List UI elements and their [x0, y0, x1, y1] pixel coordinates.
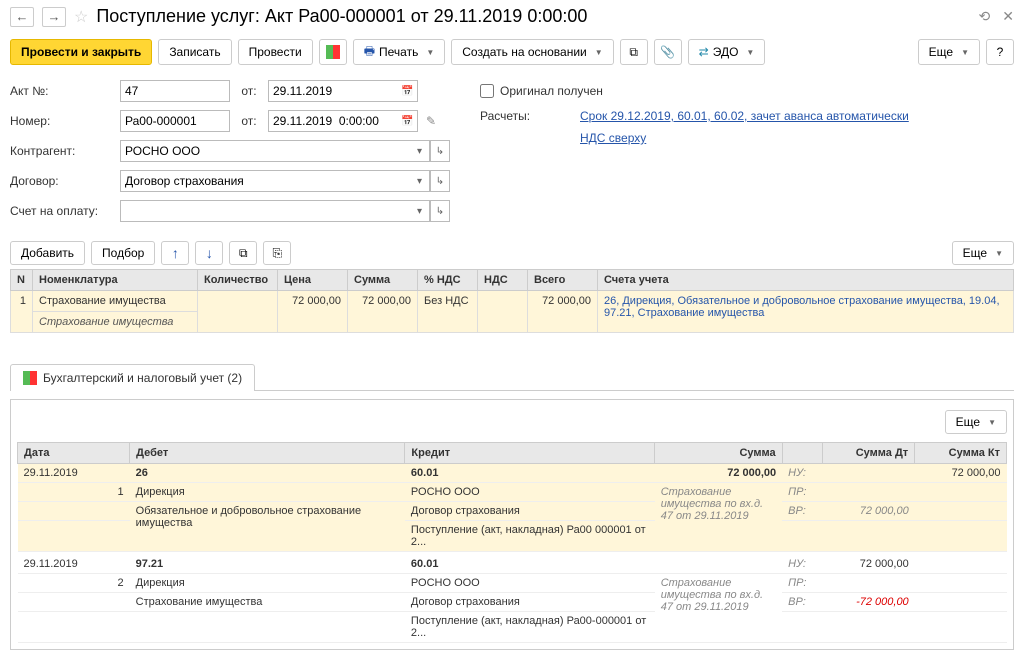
dtkt-icon-tab [23, 371, 37, 385]
reg-col-sumdt[interactable]: Сумма Дт [823, 443, 915, 464]
post-button[interactable]: Провести [238, 39, 313, 65]
invoice-open-button[interactable]: ↳ [430, 200, 450, 222]
register-row[interactable]: Поступление (акт, накладная) Ра00-000001… [18, 612, 1007, 643]
original-received-input[interactable] [480, 84, 494, 98]
counterparty-label: Контрагент: [10, 144, 120, 158]
dtkt-icon [326, 45, 340, 59]
number-date-input[interactable] [268, 110, 398, 132]
invoice-label: Счет на оплату: [10, 204, 120, 218]
attachment-button[interactable]: 📎 [654, 39, 682, 65]
copy-button[interactable]: ⧉ [229, 241, 257, 265]
arrow-down-icon: ↓ [206, 245, 213, 261]
move-up-button[interactable]: ↑ [161, 241, 189, 265]
invoice-input[interactable] [120, 200, 410, 222]
calendar-button-2[interactable]: 📅 [398, 110, 418, 132]
reg-col-credit[interactable]: Кредит [405, 443, 655, 464]
original-received-checkbox[interactable]: Оригинал получен [480, 84, 603, 98]
move-down-button[interactable]: ↓ [195, 241, 223, 265]
edo-icon: ⇄ [699, 45, 709, 59]
paste-button[interactable]: ⎘ [263, 241, 291, 265]
contract-input[interactable] [120, 170, 410, 192]
more-button[interactable]: Еще [918, 39, 980, 65]
col-sum[interactable]: Сумма [348, 270, 418, 291]
register-row[interactable]: 29.11.2019 97.21 60.01 НУ: 72 000,00 [18, 552, 1007, 574]
col-price[interactable]: Цена [278, 270, 348, 291]
akt-date-input[interactable] [268, 80, 398, 102]
col-total[interactable]: Всего [528, 270, 598, 291]
number-input[interactable] [120, 110, 230, 132]
akt-no-input[interactable] [120, 80, 230, 102]
add-row-button[interactable]: Добавить [10, 241, 85, 265]
register-more-button[interactable]: Еще [945, 410, 1007, 434]
arrow-up-icon: ↑ [172, 245, 179, 261]
counterparty-open-button[interactable]: ↳ [430, 140, 450, 162]
close-icon[interactable]: ✕ [1002, 8, 1014, 25]
printer-icon: 🖶 [364, 42, 375, 63]
reg-col-sumkt[interactable]: Сумма Кт [915, 443, 1007, 464]
col-nomenclature[interactable]: Номенклатура [33, 270, 198, 291]
reg-col-date[interactable]: Дата [18, 443, 130, 464]
nav-back-button[interactable]: ← [10, 7, 34, 27]
ot-label-1: от: [234, 84, 264, 98]
tab-accounting[interactable]: Бухгалтерский и налоговый учет (2) [10, 364, 255, 391]
register-row[interactable]: Обязательное и добровольное страхование … [18, 502, 1007, 521]
invoice-dropdown-button[interactable]: ▾ [410, 200, 430, 222]
print-button[interactable]: 🖶Печать [353, 39, 446, 65]
table-row[interactable]: 1 Страхование имущества 72 000,00 72 000… [11, 291, 1014, 312]
calendar-button-1[interactable]: 📅 [398, 80, 418, 102]
structure-button-1[interactable]: ⧉ [620, 39, 648, 65]
save-button[interactable]: Записать [158, 39, 231, 65]
number-label: Номер: [10, 114, 120, 128]
col-vat-pct[interactable]: % НДС [418, 270, 478, 291]
nav-forward-button[interactable]: → [42, 7, 66, 27]
counterparty-input[interactable] [120, 140, 410, 162]
register-row[interactable]: 2 Дирекция РОСНО ООО Страхование имущест… [18, 574, 1007, 593]
counterparty-dropdown-button[interactable]: ▾ [410, 140, 430, 162]
favorite-star-icon[interactable]: ☆ [74, 7, 88, 27]
col-n[interactable]: N [11, 270, 33, 291]
link-icon[interactable]: ⟲ [979, 8, 991, 25]
post-and-close-button[interactable]: Провести и закрыть [10, 39, 152, 65]
akt-no-label: Акт №: [10, 84, 120, 98]
accounts-cell[interactable]: 26, Дирекция, Обязательное и добровольно… [598, 291, 1014, 333]
pick-button[interactable]: Подбор [91, 241, 155, 265]
ot-label-2: от: [234, 114, 264, 128]
vat-link[interactable]: НДС сверху [580, 131, 646, 145]
table-more-button[interactable]: Еще [952, 241, 1014, 265]
edit-number-icon[interactable]: ✎ [426, 114, 436, 128]
debit-credit-button[interactable] [319, 39, 347, 65]
contract-open-button[interactable]: ↳ [430, 170, 450, 192]
reg-col-sum[interactable]: Сумма [655, 443, 782, 464]
register-row[interactable]: Страхование имущества Договор страховани… [18, 593, 1007, 612]
items-table: N Номенклатура Количество Цена Сумма % Н… [10, 269, 1014, 333]
help-button[interactable]: ? [986, 39, 1014, 65]
calculations-link[interactable]: Срок 29.12.2019, 60.01, 60.02, зачет ава… [580, 109, 909, 123]
register-row[interactable]: 1 Дирекция РОСНО ООО Страхование имущест… [18, 483, 1007, 502]
page-title: Поступление услуг: Акт Ра00-000001 от 29… [96, 6, 970, 27]
register-row[interactable]: 29.11.2019 26 60.01 72 000,00 НУ: 72 000… [18, 464, 1007, 483]
edo-button[interactable]: ⇄ЭДО [688, 39, 766, 65]
col-qty[interactable]: Количество [198, 270, 278, 291]
create-based-on-button[interactable]: Создать на основании [451, 39, 613, 65]
contract-label: Договор: [10, 174, 120, 188]
reg-col-debit[interactable]: Дебет [130, 443, 405, 464]
col-accounts[interactable]: Счета учета [598, 270, 1014, 291]
register-table: Дата Дебет Кредит Сумма Сумма Дт Сумма К… [17, 442, 1007, 643]
contract-dropdown-button[interactable]: ▾ [410, 170, 430, 192]
calculations-label: Расчеты: [480, 109, 560, 123]
col-vat[interactable]: НДС [478, 270, 528, 291]
